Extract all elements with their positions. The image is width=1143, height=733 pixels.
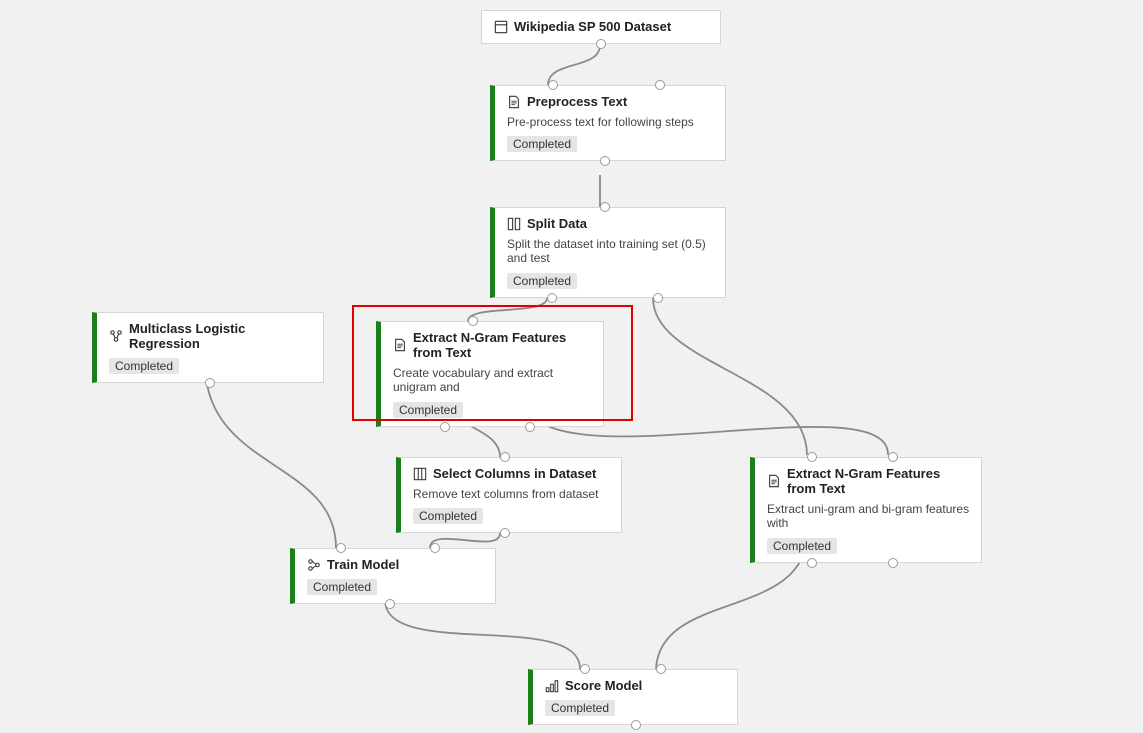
status-badge: Completed: [545, 700, 615, 716]
node-title: Score Model: [565, 678, 642, 693]
node-select-columns[interactable]: Select Columns in Dataset Remove text co…: [396, 457, 622, 533]
node-multiclass-logistic-regression[interactable]: Multiclass Logistic Regression Completed: [92, 312, 324, 383]
node-title: Preprocess Text: [527, 94, 627, 109]
input-port[interactable]: [430, 543, 440, 553]
status-badge: Completed: [393, 402, 463, 418]
input-port[interactable]: [655, 80, 665, 90]
pipeline-canvas[interactable]: { "nodes": { "dataset": { "title": "Wiki…: [0, 0, 1143, 733]
node-title: Wikipedia SP 500 Dataset: [514, 19, 671, 34]
node-title: Select Columns in Dataset: [433, 466, 596, 481]
node-preprocess-text[interactable]: Preprocess Text Pre-process text for fol…: [490, 85, 726, 161]
node-title: Split Data: [527, 216, 587, 231]
node-score-model[interactable]: Score Model Completed: [528, 669, 738, 725]
train-icon: [307, 558, 321, 572]
node-description: Pre-process text for following steps: [507, 115, 715, 129]
node-extract-ngram-2[interactable]: Extract N-Gram Features from Text Extrac…: [750, 457, 982, 563]
node-title: Extract N-Gram Features from Text: [787, 466, 971, 496]
status-badge: Completed: [507, 136, 577, 152]
node-description: Split the dataset into training set (0.5…: [507, 237, 715, 266]
dataset-icon: [494, 20, 508, 34]
input-port[interactable]: [600, 202, 610, 212]
output-port[interactable]: [500, 528, 510, 538]
node-train-model[interactable]: Train Model Completed: [290, 548, 496, 604]
node-extract-ngram-1[interactable]: Extract N-Gram Features from Text Create…: [376, 321, 604, 427]
split-icon: [507, 217, 521, 231]
output-port[interactable]: [596, 39, 606, 49]
input-port[interactable]: [336, 543, 346, 553]
output-port[interactable]: [547, 293, 557, 303]
output-port[interactable]: [385, 599, 395, 609]
output-port[interactable]: [807, 558, 817, 568]
input-port[interactable]: [500, 452, 510, 462]
input-port[interactable]: [548, 80, 558, 90]
score-icon: [545, 679, 559, 693]
output-port[interactable]: [440, 422, 450, 432]
output-port[interactable]: [525, 422, 535, 432]
algorithm-icon: [109, 329, 123, 343]
node-description: Extract uni-gram and bi-gram features wi…: [767, 502, 971, 531]
node-title: Train Model: [327, 557, 399, 572]
status-badge: Completed: [767, 538, 837, 554]
status-badge: Completed: [507, 273, 577, 289]
node-title: Multiclass Logistic Regression: [129, 321, 313, 351]
node-split-data[interactable]: Split Data Split the dataset into traini…: [490, 207, 726, 298]
output-port[interactable]: [631, 720, 641, 730]
node-description: Create vocabulary and extract unigram an…: [393, 366, 593, 395]
output-port[interactable]: [600, 156, 610, 166]
input-port[interactable]: [807, 452, 817, 462]
output-port[interactable]: [653, 293, 663, 303]
status-badge: Completed: [307, 579, 377, 595]
node-description: Remove text columns from dataset: [413, 487, 611, 501]
input-port[interactable]: [468, 316, 478, 326]
input-port[interactable]: [580, 664, 590, 674]
node-title: Extract N-Gram Features from Text: [413, 330, 593, 360]
output-port[interactable]: [205, 378, 215, 388]
node-wikipedia-dataset[interactable]: Wikipedia SP 500 Dataset: [481, 10, 721, 44]
status-badge: Completed: [109, 358, 179, 374]
input-port[interactable]: [656, 664, 666, 674]
document-icon: [767, 474, 781, 488]
input-port[interactable]: [888, 452, 898, 462]
status-badge: Completed: [413, 508, 483, 524]
columns-icon: [413, 467, 427, 481]
document-icon: [507, 95, 521, 109]
output-port[interactable]: [888, 558, 898, 568]
document-icon: [393, 338, 407, 352]
